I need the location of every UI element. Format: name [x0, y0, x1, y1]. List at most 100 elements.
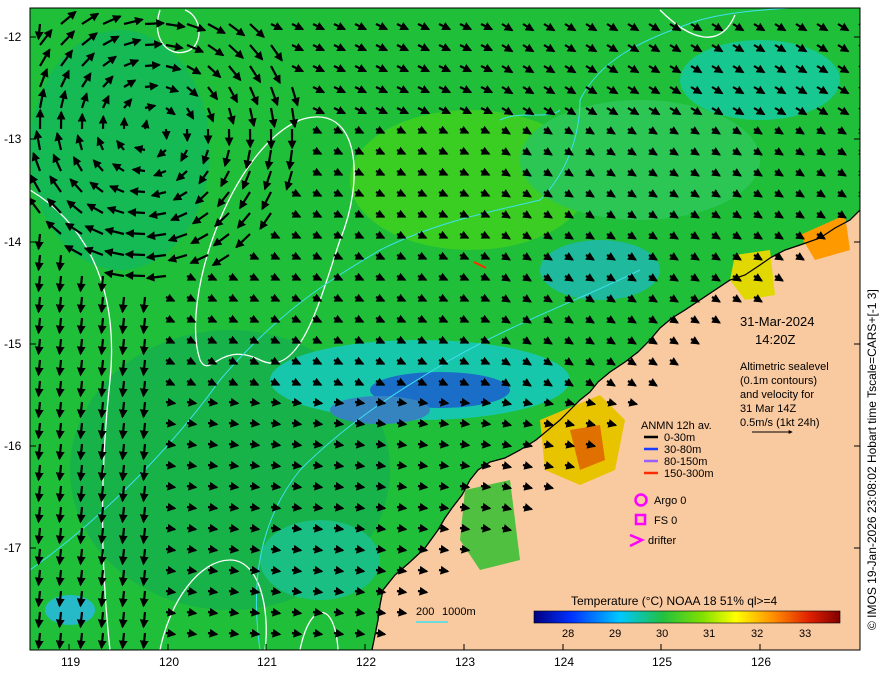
fs-label: FS 0: [654, 515, 677, 527]
velocity-arrow: [354, 502, 366, 512]
velocity-arrow: [396, 397, 408, 407]
velocity-arrow: [417, 460, 429, 470]
lat-label: -15: [4, 337, 22, 351]
velocity-arrow: [144, 40, 163, 49]
velocity-arrow: [127, 208, 146, 217]
velocity-arrow: [333, 586, 345, 596]
lon-label: 123: [455, 655, 475, 669]
velocity-arrow: [396, 439, 408, 449]
velocity-arrow: [144, 19, 166, 28]
velocity-arrow: [131, 166, 146, 175]
velocity-arrow: [97, 317, 107, 335]
velocity-arrow: [396, 481, 408, 491]
velocity-arrow: [97, 359, 107, 377]
velocity-arrow: [118, 506, 128, 524]
velocity-arrow: [228, 397, 240, 407]
velocity-arrow: [333, 481, 345, 491]
velocity-arrow: [312, 628, 324, 638]
velocity-arrow: [129, 187, 146, 196]
velocity-arrow: [459, 481, 471, 491]
velocity-arrow: [118, 569, 128, 587]
velocity-arrow: [459, 439, 471, 449]
date-label: 31-Mar-2024: [740, 314, 814, 329]
colorbar-title: Temperature (°C) NOAA 18 51% ql>=4: [571, 594, 778, 608]
anmn-title: ANMN 12h av.: [641, 420, 712, 432]
velocity-arrow: [55, 590, 65, 608]
velocity-arrow: [186, 523, 198, 533]
velocity-arrow: [76, 611, 86, 629]
velocity-arrow: [354, 523, 366, 533]
velocity-arrow: [124, 271, 146, 280]
velocity-arrow: [207, 502, 219, 512]
velocity-arrow: [186, 397, 198, 407]
velocity-arrow: [228, 523, 240, 533]
velocity-arrow: [459, 544, 471, 554]
velocity-arrow: [97, 485, 107, 503]
velocity-arrow: [249, 586, 261, 596]
velocity-arrow: [333, 418, 345, 428]
velocity-arrow: [438, 502, 450, 512]
velocity-arrow: [291, 418, 303, 428]
velocity-arrow: [333, 523, 345, 533]
velocity-arrow: [858, 86, 860, 89]
velocity-arrow: [186, 418, 198, 428]
colorbar-tick: 31: [703, 628, 715, 640]
velocity-arrow: [34, 380, 44, 398]
velocity-arrow: [438, 544, 450, 554]
velocity-arrow: [34, 527, 44, 545]
velocity-arrow: [480, 502, 492, 512]
velocity-arrow: [186, 502, 198, 512]
velocity-arrow: [139, 527, 149, 545]
velocity-arrow: [76, 275, 86, 293]
altimetry-line: 31 Mar 14Z: [740, 403, 797, 415]
lon-label: 120: [159, 655, 179, 669]
velocity-arrow: [207, 586, 219, 596]
velocity-arrow: [228, 565, 240, 575]
lon-label: 124: [554, 655, 574, 669]
velocity-arrow: [858, 107, 860, 110]
altimetry-line: (0.1m contours): [740, 375, 817, 387]
velocity-arrow: [396, 502, 408, 512]
velocity-arrow: [249, 460, 261, 470]
velocity-arrow: [118, 485, 128, 503]
ocean-temperature-map: -12 -13 -14 -15 -16 -17 119 120 121 122 …: [4, 7, 879, 669]
velocity-arrow: [396, 607, 408, 617]
velocity-arrow: [207, 460, 219, 470]
velocity-arrow: [55, 338, 65, 356]
velocity-arrow: [291, 460, 303, 470]
velocity-arrow: [438, 397, 450, 407]
velocity-arrow: [228, 628, 240, 638]
velocity-arrow: [165, 586, 177, 596]
velocity-arrow: [118, 359, 128, 377]
argo-label: Argo 0: [654, 495, 686, 507]
velocity-arrow: [417, 523, 429, 533]
altimetry-line: 0.5m/s (1kt 24h): [740, 417, 819, 429]
velocity-arrow: [55, 380, 65, 398]
velocity-arrow: [354, 607, 366, 617]
velocity-arrow: [333, 460, 345, 470]
velocity-arrow: [165, 607, 177, 617]
velocity-arrow: [118, 527, 128, 545]
velocity-arrow: [34, 401, 44, 419]
velocity-arrow: [417, 565, 429, 575]
velocity-arrow: [207, 481, 219, 491]
velocity-arrow: [438, 460, 450, 470]
velocity-arrow: [354, 628, 366, 638]
velocity-arrow: [118, 338, 128, 356]
velocity-arrow: [76, 401, 86, 419]
velocity-arrow: [438, 418, 450, 428]
velocity-arrow: [312, 565, 324, 575]
velocity-arrow: [34, 611, 44, 629]
velocity-arrow: [34, 506, 44, 524]
velocity-arrow: [312, 502, 324, 512]
velocity-arrow: [249, 418, 261, 428]
velocity-arrow: [34, 359, 44, 377]
velocity-arrow: [118, 380, 128, 398]
velocity-arrow: [312, 607, 324, 617]
velocity-arrow: [249, 544, 261, 554]
velocity-arrow: [249, 607, 261, 617]
velocity-arrow: [139, 590, 149, 608]
velocity-arrow: [139, 548, 149, 566]
velocity-arrow: [333, 397, 345, 407]
velocity-arrow: [139, 569, 149, 587]
